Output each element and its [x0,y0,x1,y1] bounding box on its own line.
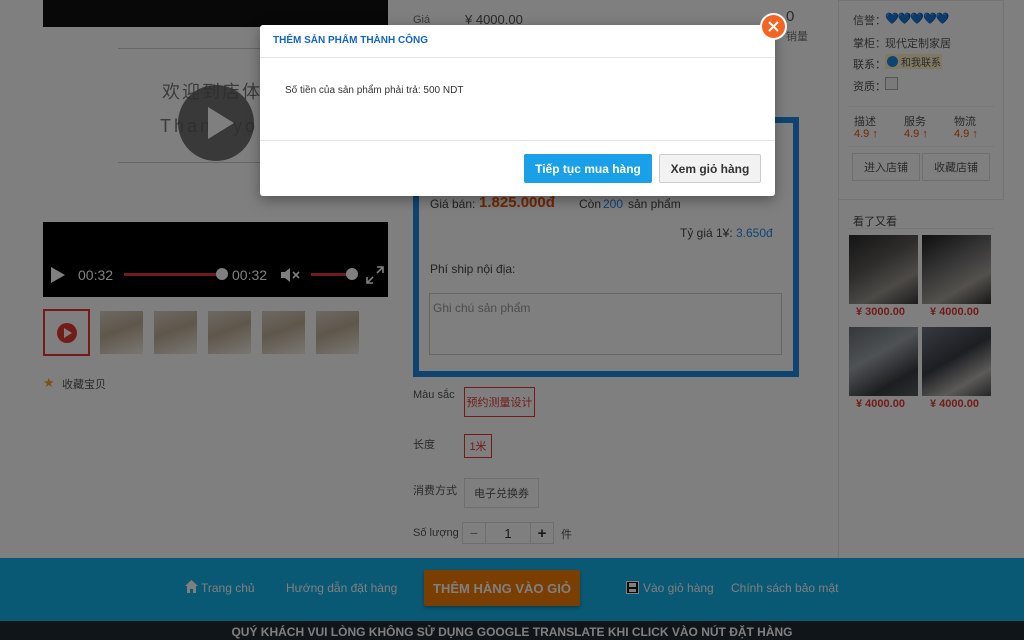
close-button[interactable] [760,13,787,40]
view-cart-button[interactable]: Xem giỏ hàng [659,154,761,183]
modal-message: Số tiền của sản phẩm phải trả: 500 NDT [285,85,464,96]
continue-shopping-button[interactable]: Tiếp tục mua hàng [524,154,652,183]
divider [260,57,775,58]
divider [260,140,775,141]
close-icon [768,21,779,32]
modal-title: THÊM SẢN PHẨM THÀNH CÔNG [273,35,428,46]
